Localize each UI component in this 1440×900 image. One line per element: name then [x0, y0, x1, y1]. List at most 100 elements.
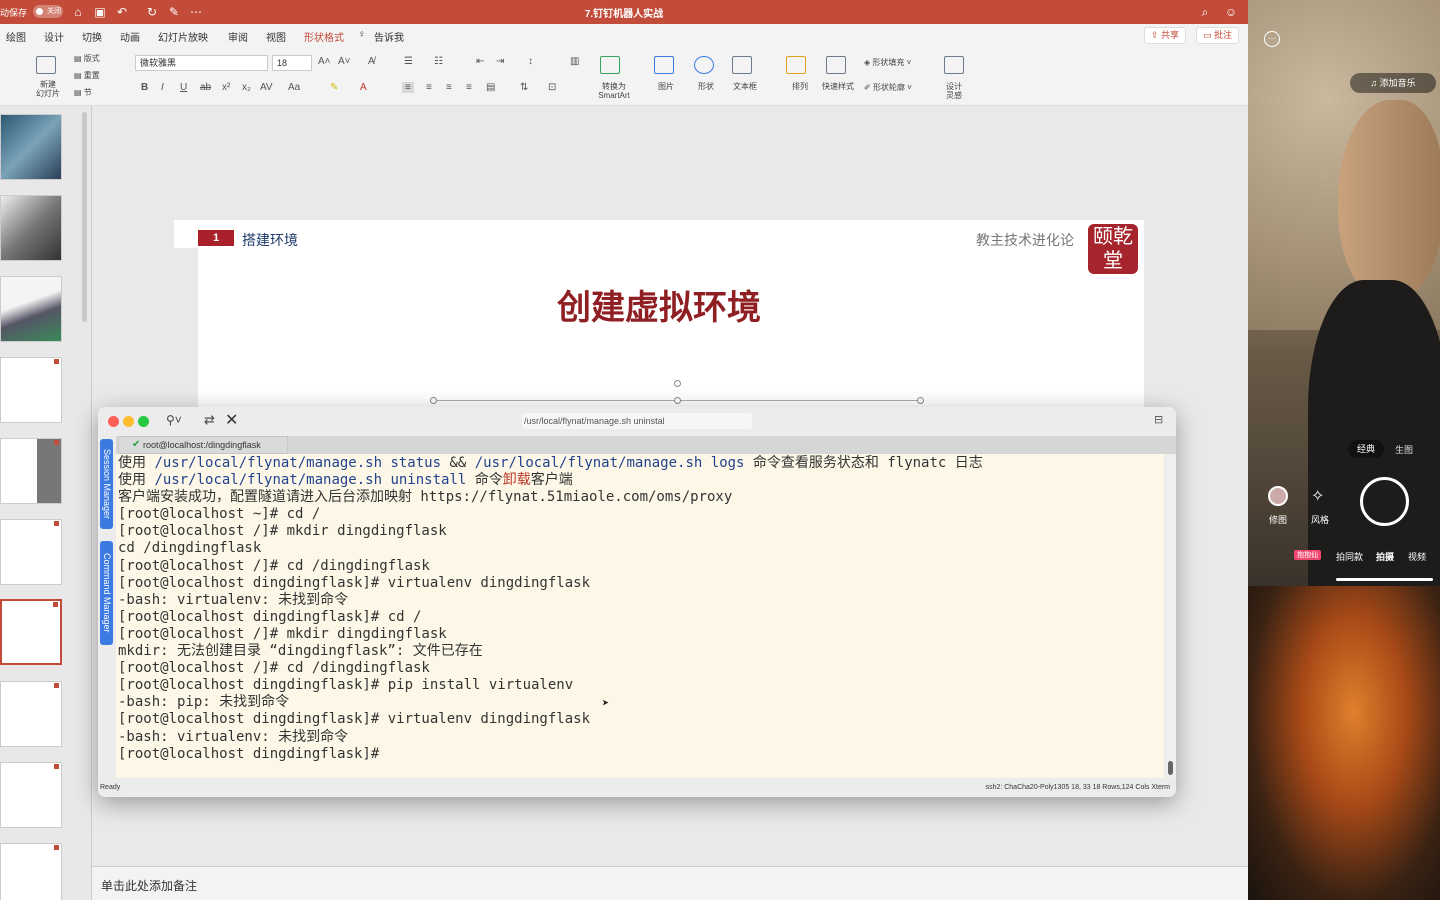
align-left-icon[interactable]: ≡ — [402, 82, 414, 93]
tab-review[interactable]: 审阅 — [228, 29, 248, 44]
thumbnail-slide[interactable] — [0, 519, 62, 585]
thumbnail-slide[interactable] — [0, 762, 62, 828]
retouch-icon[interactable] — [1268, 486, 1288, 506]
link-icon[interactable]: ⚲˅ — [166, 413, 182, 427]
thumbnail-slide[interactable] — [0, 681, 62, 747]
new-slide-icon[interactable] — [36, 56, 56, 74]
resize-handle[interactable] — [674, 397, 681, 404]
outdent-icon[interactable]: ⇤ — [476, 56, 484, 67]
resize-handle[interactable] — [917, 397, 924, 404]
text-direction-icon[interactable]: ⇅ — [520, 82, 528, 93]
tab-shape-format[interactable]: 形状格式 — [304, 29, 344, 44]
mode-item[interactable]: 抱抱仙 — [1294, 550, 1321, 560]
line-spacing-icon[interactable]: ↕ — [528, 56, 533, 67]
picture-button[interactable]: 图片 — [658, 82, 674, 91]
increase-font-icon[interactable]: A˄ — [318, 56, 331, 67]
more-options-icon[interactable]: ⋯ — [1264, 31, 1280, 47]
shutter-button[interactable] — [1360, 477, 1409, 526]
section-button[interactable]: ▤ 节 — [74, 88, 92, 97]
clear-format-icon[interactable]: A̸ — [368, 56, 375, 67]
smartart-icon[interactable] — [600, 56, 620, 74]
scroll-thumb[interactable] — [1168, 761, 1173, 775]
reconnect-icon[interactable]: ⇄ — [204, 412, 215, 428]
font-name-select[interactable]: 微软雅黑 — [135, 55, 268, 71]
mode-item[interactable]: 视频 — [1408, 550, 1426, 563]
arrange-button[interactable]: 排列 — [792, 82, 808, 91]
new-slide-button[interactable]: 新建 幻灯片 — [30, 80, 66, 98]
thumbnail-scrollbar[interactable] — [82, 112, 87, 322]
indent-icon[interactable]: ⇥ — [496, 56, 504, 67]
subscript-icon[interactable]: x₂ — [242, 82, 251, 93]
terminal-tab[interactable]: root@localhost:/dingdingflask — [118, 436, 288, 454]
reset-button[interactable]: ▤ 重置 — [74, 71, 100, 80]
tab-slideshow[interactable]: 幻灯片放映 — [158, 29, 208, 44]
superscript-icon[interactable]: x² — [222, 82, 230, 93]
underline-icon[interactable]: U — [180, 82, 187, 93]
thumbnail-slide[interactable] — [0, 114, 62, 180]
tab-transitions[interactable]: 切换 — [82, 29, 102, 44]
align-right-icon[interactable]: ≡ — [446, 82, 452, 93]
thumbnail-slide[interactable] — [0, 438, 62, 504]
add-music-button[interactable]: ♫ 添加音乐 — [1350, 73, 1436, 93]
designer-button[interactable]: 设计 灵感 — [946, 82, 962, 100]
convert-smartart-button[interactable]: 转换为 SmartArt — [594, 82, 634, 100]
session-manager-tab[interactable]: Session Manager — [100, 439, 113, 529]
window-mode-icon[interactable]: ⊟ — [1154, 413, 1163, 426]
share-button[interactable]: ⇪ 共享 — [1144, 27, 1187, 44]
arrange-icon[interactable] — [786, 56, 806, 74]
minimize-dot-icon[interactable] — [123, 416, 134, 427]
quick-styles-button[interactable]: 快速样式 — [822, 82, 854, 91]
distribute-icon[interactable]: ▤ — [486, 82, 495, 93]
tab-draw[interactable]: 绘图 — [6, 29, 26, 44]
maximize-dot-icon[interactable] — [138, 416, 149, 427]
textbox-button[interactable]: 文本框 — [733, 82, 757, 91]
thumbnail-slide[interactable] — [0, 843, 62, 900]
resize-handle[interactable] — [430, 397, 437, 404]
decrease-font-icon[interactable]: A˅ — [338, 56, 351, 67]
shape-button[interactable]: 形状 — [698, 82, 714, 91]
notes-pane[interactable]: 单击此处添加备注 — [92, 866, 1248, 900]
align-center-icon[interactable]: ≡ — [426, 82, 432, 93]
close-dot-icon[interactable] — [108, 416, 119, 427]
account-icon[interactable]: ☺ — [1223, 4, 1239, 20]
tab-animations[interactable]: 动画 — [120, 29, 140, 44]
rotate-handle[interactable] — [674, 380, 681, 387]
tab-tell-me[interactable]: 告诉我 — [374, 29, 404, 44]
disconnect-icon[interactable]: ✕ — [225, 410, 238, 430]
mode-item[interactable]: 拍摄 — [1376, 550, 1394, 563]
designer-icon[interactable] — [944, 56, 964, 74]
char-spacing-icon[interactable]: AV — [260, 82, 273, 93]
quick-styles-icon[interactable] — [826, 56, 846, 74]
layout-button[interactable]: ▤ 版式 — [74, 54, 100, 63]
slide-title[interactable]: 创建虚拟环境 — [174, 280, 1144, 329]
terminal-scrollbar[interactable] — [1166, 454, 1176, 778]
search-icon[interactable]: ⌕ — [1197, 4, 1213, 20]
align-text-icon[interactable]: ⊡ — [548, 82, 556, 93]
change-case-icon[interactable]: Aa — [288, 82, 300, 93]
picture-icon[interactable] — [654, 56, 674, 74]
tab-design[interactable]: 设计 — [44, 29, 64, 44]
font-color-icon[interactable]: A — [360, 82, 367, 93]
textbox-icon[interactable] — [732, 56, 752, 74]
command-manager-tab[interactable]: Command Manager — [100, 541, 113, 645]
thumbnail-slide-current[interactable] — [0, 599, 62, 665]
mode-create[interactable]: 生图 — [1395, 443, 1413, 456]
comments-button[interactable]: ▭ 批注 — [1196, 27, 1240, 44]
shape-fill-button[interactable]: ◈ 形状填充 ˅ — [864, 58, 911, 67]
thumbnail-slide[interactable] — [0, 195, 62, 261]
font-size-select[interactable]: 18 — [272, 55, 312, 71]
terminal-console[interactable]: 使用 /usr/local/flynat/manage.sh status &&… — [116, 454, 1164, 778]
justify-icon[interactable]: ≡ — [466, 82, 472, 93]
numbering-icon[interactable]: ☷ — [434, 56, 443, 67]
thumbnail-slide[interactable] — [0, 276, 62, 342]
highlight-icon[interactable]: ✎ — [330, 82, 338, 93]
mode-item[interactable]: 拍同款 — [1336, 550, 1363, 563]
tab-view[interactable]: 视图 — [266, 29, 286, 44]
italic-icon[interactable]: I — [161, 82, 164, 93]
strikethrough-icon[interactable]: ab — [200, 82, 211, 93]
shape-icon[interactable] — [694, 56, 714, 74]
thumbnail-slide[interactable] — [0, 357, 62, 423]
mode-classic[interactable]: 经典 — [1348, 440, 1384, 458]
columns-icon[interactable]: ▥ — [570, 56, 579, 67]
bullets-icon[interactable]: ☰ — [404, 56, 413, 67]
